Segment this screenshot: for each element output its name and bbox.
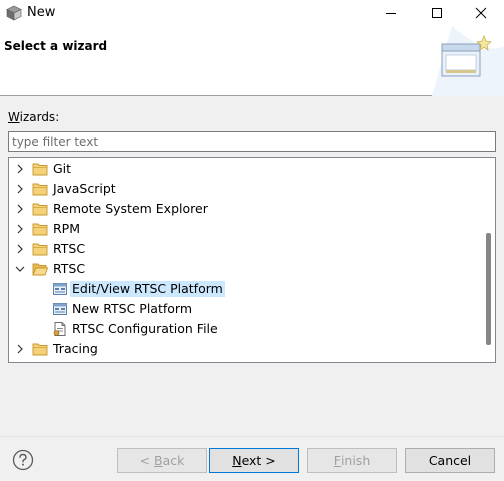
tree-item-label: RPM	[53, 221, 81, 236]
folder-icon	[32, 243, 48, 256]
rtsc-platform-wizard-icon	[53, 283, 67, 295]
tree-item-rtsc-expanded[interactable]: RTSC	[9, 259, 483, 279]
finish-button-mnemonic: F	[333, 453, 341, 468]
wizards-label-rest: izards:	[19, 110, 60, 124]
folder-icon	[32, 203, 48, 216]
tree-item-new-rtsc-platform[interactable]: New RTSC Platform	[9, 299, 483, 319]
help-icon[interactable]	[12, 449, 34, 471]
back-button-prefix: <	[139, 453, 155, 468]
chevron-right-icon[interactable]	[14, 223, 26, 235]
wizards-label: Wizards:	[8, 110, 59, 124]
minimize-icon	[386, 13, 396, 14]
folder-icon	[32, 183, 48, 196]
next-button-mnemonic: N	[232, 453, 242, 468]
config-file-icon	[53, 322, 66, 336]
finish-button-label: inish	[340, 453, 371, 468]
tree-scrollbar[interactable]	[483, 158, 495, 362]
next-button[interactable]: Next >	[209, 448, 299, 473]
wizard-header: Select a wizard	[0, 26, 504, 96]
maximize-button[interactable]	[414, 0, 460, 26]
tree-item-label: JavaScript	[53, 181, 116, 196]
chevron-right-icon[interactable]	[14, 343, 26, 355]
tree-item-javascript[interactable]: JavaScript	[9, 179, 483, 199]
footer-divider	[0, 436, 504, 437]
maximize-icon	[432, 8, 442, 18]
eclipse-cube-icon	[6, 5, 22, 21]
tree-item-rpm[interactable]: RPM	[9, 219, 483, 239]
finish-button[interactable]: Finish	[307, 448, 397, 473]
close-icon	[475, 7, 487, 19]
chevron-right-icon[interactable]	[14, 243, 26, 255]
tree-item-label: Remote System Explorer	[53, 201, 208, 216]
title-bar: New	[0, 0, 504, 26]
cancel-button[interactable]: Cancel	[405, 448, 495, 473]
minimize-button[interactable]	[368, 0, 414, 26]
chevron-right-icon[interactable]	[14, 183, 26, 195]
chevron-down-icon[interactable]	[14, 263, 26, 275]
open-folder-icon	[32, 263, 48, 276]
wizard-banner-icon	[432, 26, 504, 96]
tree-item-label: RTSC	[53, 241, 86, 256]
folder-icon	[32, 223, 48, 236]
tree-item-label: Git	[53, 161, 72, 176]
next-button-label: ext >	[241, 453, 276, 468]
filter-input[interactable]	[8, 131, 496, 152]
rtsc-platform-wizard-icon	[53, 303, 67, 315]
tree-item-label: RTSC	[53, 261, 86, 276]
back-button-label: ack	[162, 453, 185, 468]
window-title: New	[27, 5, 56, 20]
tree-item-label: RTSC Configuration File	[72, 321, 218, 336]
back-button-mnemonic: B	[154, 453, 163, 468]
tree-item-rtsc-configuration-file[interactable]: RTSC Configuration File	[9, 319, 483, 339]
wizard-tree[interactable]: Git JavaScript Remote System Explorer RP…	[8, 157, 496, 363]
tree-item-label: New RTSC Platform	[72, 301, 193, 316]
tree-item-rtsc[interactable]: RTSC	[9, 239, 483, 259]
folder-icon	[32, 163, 48, 176]
wizards-label-mnemonic: W	[8, 110, 20, 124]
tree-item-label: Edit/View RTSC Platform	[70, 281, 225, 297]
tree-item-tracing[interactable]: Tracing	[9, 339, 483, 359]
back-button[interactable]: < Back	[117, 448, 207, 473]
scrollbar-thumb[interactable]	[486, 233, 491, 345]
tree-item-edit-view-rtsc-platform[interactable]: Edit/View RTSC Platform	[9, 279, 483, 299]
tree-item-label: Tracing	[53, 341, 98, 356]
page-title: Select a wizard	[4, 39, 108, 53]
close-button[interactable]	[458, 0, 504, 26]
chevron-right-icon[interactable]	[14, 203, 26, 215]
folder-icon	[32, 343, 48, 356]
chevron-right-icon[interactable]	[14, 163, 26, 175]
tree-item-git[interactable]: Git	[9, 159, 483, 179]
tree-item-remote-system-explorer[interactable]: Remote System Explorer	[9, 199, 483, 219]
cancel-button-label: Cancel	[428, 453, 472, 468]
